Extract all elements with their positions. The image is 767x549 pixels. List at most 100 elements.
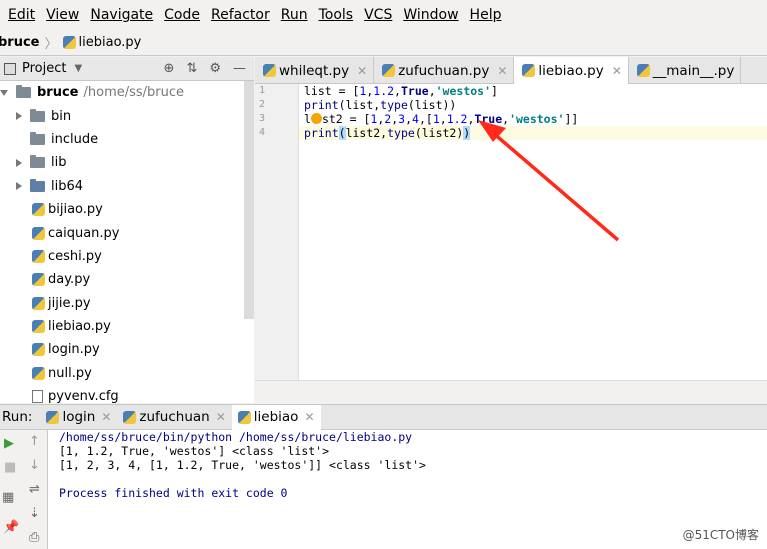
run-tab-zufuchuan[interactable]: zufuchuan ✕: [117, 405, 231, 430]
collapsed-arrow-icon[interactable]: [16, 112, 22, 121]
tree-item-pyvenv[interactable]: pyvenv.cfg: [0, 385, 254, 403]
code-editor[interactable]: 1 2 3 4 list = [1,1.2,True,'westos'] pri…: [255, 84, 767, 380]
pin-icon[interactable]: 📌: [3, 520, 19, 535]
tree-item-login[interactable]: login.py: [0, 338, 254, 361]
menu-help[interactable]: Help: [470, 7, 502, 23]
console-output[interactable]: /home/ss/bruce/bin/python /home/ss/bruce…: [48, 430, 767, 549]
tree-item-bijiao[interactable]: bijiao.py: [0, 198, 254, 221]
tree-item-label: pyvenv.cfg: [48, 389, 119, 403]
tab-label: __main__.py: [652, 62, 735, 79]
collapse-icon[interactable]: ⇅: [186, 61, 197, 76]
collapsed-arrow-icon[interactable]: [16, 182, 22, 191]
editor-tabs: whileqt.py ✕ zufuchuan.py ✕ liebiao.py ✕…: [255, 57, 767, 84]
close-icon[interactable]: ✕: [101, 410, 111, 424]
stop-icon[interactable]: ■: [4, 460, 16, 475]
tab-label: whileqt.py: [279, 62, 350, 79]
breadcrumb-root[interactable]: bruce: [0, 35, 40, 50]
close-icon[interactable]: ✕: [216, 410, 226, 424]
code-line-3: l st2 = [1,2,3,4,[1,1.2,True,'westos']]: [304, 112, 579, 126]
config-file-icon: [32, 390, 43, 403]
lightbulb-icon[interactable]: [310, 113, 322, 124]
close-icon[interactable]: ✕: [357, 64, 367, 78]
project-title[interactable]: Project: [22, 61, 66, 76]
menu-run[interactable]: Run: [281, 7, 308, 23]
tree-scrollbar[interactable]: [244, 81, 254, 319]
run-label: Run:: [2, 409, 33, 425]
line-number: 4: [259, 127, 266, 138]
tab-liebiao[interactable]: liebiao.py ✕: [514, 57, 629, 84]
run-toolbar: ▶ ↑ ■ ↓ ⇌ ▦ ⇣ 📌 ⎙: [0, 430, 48, 549]
folder-icon: [30, 108, 45, 122]
tree-item-label: day.py: [48, 272, 91, 288]
tree-item-jijie[interactable]: jijie.py: [0, 292, 254, 315]
tree-item-caiquan[interactable]: caiquan.py: [0, 221, 254, 244]
folder-icon: [30, 131, 45, 145]
menu-vcs[interactable]: VCS: [364, 7, 392, 23]
tree-item-label: null.py: [48, 365, 92, 381]
tree-root-path: /home/ss/bruce: [83, 85, 185, 101]
dropdown-icon[interactable]: ▼: [74, 63, 82, 74]
gear-icon[interactable]: ⚙: [209, 61, 221, 76]
python-file-icon: [32, 296, 45, 310]
run-tab-label: zufuchuan: [139, 409, 210, 425]
layout-icon[interactable]: ▦: [2, 490, 14, 505]
line-number: 3: [259, 113, 266, 124]
python-file-icon: [636, 64, 650, 77]
python-file-icon: [32, 343, 45, 357]
line-gutter: 1 2 3 4: [255, 84, 299, 380]
close-icon[interactable]: ✕: [304, 410, 314, 424]
tree-item-bin[interactable]: bin: [0, 104, 254, 127]
tab-main[interactable]: __main__.py: [629, 57, 742, 84]
code-area[interactable]: list = [1,1.2,True,'westos'] print(list,…: [299, 84, 767, 140]
expanded-arrow-icon[interactable]: [0, 89, 8, 96]
console-line: [1, 1.2, True, 'westos'] <class 'list'>: [59, 444, 330, 458]
project-icon: [4, 62, 16, 75]
run-tab-login[interactable]: login ✕: [40, 405, 117, 430]
close-icon[interactable]: ✕: [612, 64, 622, 78]
tree-item-label: bin: [51, 108, 72, 124]
scroll-to-end-icon[interactable]: ⇣: [29, 506, 40, 521]
arrow-down-icon[interactable]: ↓: [29, 458, 40, 473]
arrow-up-icon[interactable]: ↑: [29, 434, 40, 449]
breadcrumb-file[interactable]: liebiao.py: [79, 35, 142, 50]
tab-zufuchuan[interactable]: zufuchuan.py ✕: [374, 57, 515, 84]
line-number: 1: [259, 85, 266, 96]
tree-item-label: lib: [51, 155, 67, 171]
menu-navigate[interactable]: Navigate: [90, 7, 153, 23]
python-file-icon: [46, 410, 60, 424]
run-tab-liebiao[interactable]: liebiao ✕: [231, 404, 321, 430]
tree-root[interactable]: bruce /home/ss/bruce: [0, 81, 254, 104]
code-line-4: print(list2,type(list2)): [299, 126, 767, 140]
menu-refactor[interactable]: Refactor: [211, 7, 270, 23]
tree-item-null[interactable]: null.py: [0, 362, 254, 385]
tree-item-ceshi[interactable]: ceshi.py: [0, 245, 254, 268]
chevron-right-icon: 〉: [44, 37, 58, 52]
collapsed-arrow-icon[interactable]: [16, 158, 22, 167]
tree-item-label: liebiao.py: [48, 319, 111, 335]
close-icon[interactable]: ✕: [497, 64, 507, 78]
tree-item-liebiao[interactable]: liebiao.py: [0, 315, 254, 338]
menu-code[interactable]: Code: [164, 7, 200, 23]
python-file-icon: [32, 320, 45, 334]
watermark: @51CTO博客: [682, 528, 759, 542]
tree-item-lib[interactable]: lib: [0, 151, 254, 174]
tree-item-lib64[interactable]: lib64: [0, 175, 254, 198]
menu-tools[interactable]: Tools: [319, 7, 354, 23]
target-icon[interactable]: ⊕: [164, 61, 175, 76]
minimize-icon[interactable]: —: [233, 61, 246, 76]
menu-edit[interactable]: Edit: [8, 7, 35, 23]
tree-item-include[interactable]: include: [0, 128, 254, 151]
run-icon[interactable]: ▶: [4, 436, 14, 451]
python-file-icon: [32, 366, 45, 380]
run-tab-label: login: [62, 409, 96, 425]
folder-icon: [30, 155, 45, 169]
tree-item-label: login.py: [48, 342, 100, 358]
tree-item-day[interactable]: day.py: [0, 268, 254, 291]
soft-wrap-icon[interactable]: ⇌: [29, 482, 40, 497]
tab-label: zufuchuan.py: [398, 62, 490, 79]
python-file-icon: [237, 410, 251, 424]
tab-whileqt[interactable]: whileqt.py ✕: [255, 57, 375, 84]
print-icon[interactable]: ⎙: [29, 530, 39, 545]
menu-view[interactable]: View: [46, 7, 79, 23]
menu-window[interactable]: Window: [403, 7, 458, 23]
